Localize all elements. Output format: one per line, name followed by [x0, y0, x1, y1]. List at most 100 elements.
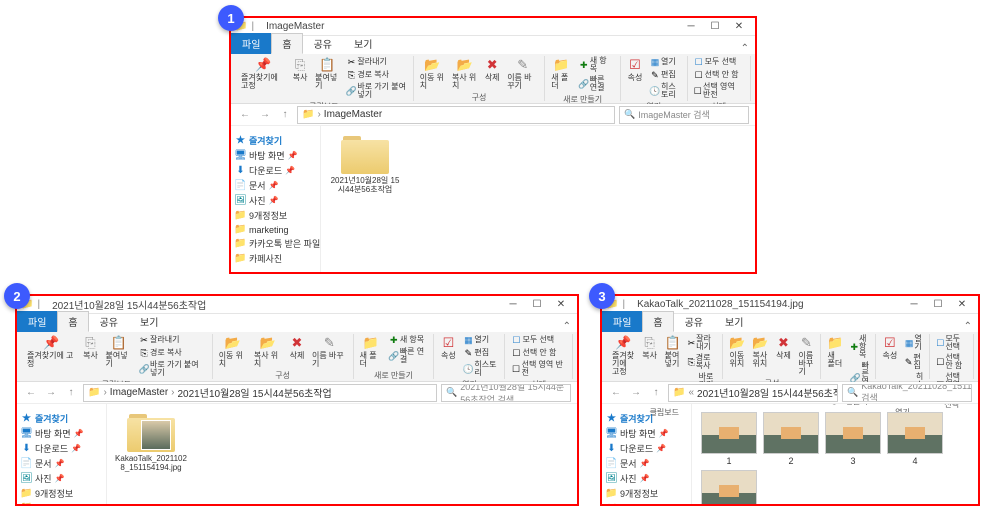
tab-view[interactable]: 보기: [343, 33, 383, 54]
sidebar-folder-9[interactable]: 📁9개정정보: [19, 486, 104, 501]
folder-item[interactable]: KakaoTalk_20211028_151154194.jpg: [115, 412, 187, 473]
up-button[interactable]: ↑: [277, 107, 293, 123]
tab-share[interactable]: 공유: [303, 33, 343, 54]
back-button[interactable]: ←: [608, 385, 624, 401]
sidebar-folder-cafe[interactable]: 📁카페사진: [233, 251, 318, 266]
tab-home[interactable]: 홈: [642, 311, 673, 332]
tab-file[interactable]: 파일: [231, 33, 271, 54]
tab-file[interactable]: 파일: [602, 311, 642, 332]
sidebar-folder-9[interactable]: 📁9개정정보: [604, 486, 689, 501]
rename-button[interactable]: ✎이름 바꾸기: [505, 56, 540, 91]
back-button[interactable]: ←: [237, 107, 253, 123]
sidebar-pictures[interactable]: 🖼사진📌: [233, 193, 318, 208]
move-to-button[interactable]: 📂이동 위치: [418, 56, 447, 91]
easy-access-button[interactable]: 🔗빠른 연결: [577, 75, 616, 93]
copy-button[interactable]: ⎘복사: [290, 56, 310, 83]
tab-home[interactable]: 홈: [57, 311, 88, 332]
sidebar-folder-marketing[interactable]: 📁marketing: [19, 501, 104, 504]
copy-button[interactable]: ⎘복사: [80, 334, 100, 361]
sidebar-folder-kakao[interactable]: 📁카카오톡 받은 파일: [233, 236, 318, 251]
cut-button[interactable]: ✂잘라내기: [686, 334, 719, 352]
ribbon-collapse-button[interactable]: ⌃: [958, 321, 978, 332]
breadcrumb-segment[interactable]: ImageMaster: [324, 109, 382, 120]
sidebar-downloads[interactable]: ⬇다운로드📌: [604, 441, 689, 456]
sidebar-folder-marketing[interactable]: 📁marketing: [233, 223, 318, 236]
edit-button[interactable]: ✎편집: [461, 347, 500, 359]
properties-button[interactable]: ☑속성: [625, 56, 645, 83]
tab-file[interactable]: 파일: [17, 311, 57, 332]
maximize-button[interactable]: ☐: [926, 298, 950, 312]
sidebar-desktop[interactable]: 🖥바탕 화면📌: [604, 426, 689, 441]
new-item-button[interactable]: ✚새 항목: [387, 334, 430, 346]
files-pane[interactable]: 1 2 3 4 5: [692, 404, 978, 504]
easy-access-button[interactable]: 🔗빠른 연결: [387, 347, 430, 365]
copy-path-button[interactable]: ⎘경로 복사: [137, 347, 208, 359]
minimize-button[interactable]: ─: [679, 20, 703, 34]
sidebar-quickaccess[interactable]: ★즐겨찾기: [19, 411, 104, 426]
cut-button[interactable]: ✂잘라내기: [137, 334, 208, 346]
select-none-button[interactable]: ☐선택 안 함: [934, 353, 969, 371]
rename-button[interactable]: ✎이름 바꾸기: [796, 334, 816, 377]
tab-share[interactable]: 공유: [89, 311, 129, 332]
sidebar-folder-chisik[interactable]: 📁지식인정보: [604, 501, 689, 504]
breadcrumb-segment[interactable]: 2021년10월28일 15시44분56초작업: [178, 385, 332, 400]
open-button[interactable]: ▦열기: [648, 56, 683, 68]
invert-selection-button[interactable]: ☐선택 영역 반전: [509, 360, 568, 378]
move-to-button[interactable]: 📂이동 위치: [217, 334, 249, 369]
open-button[interactable]: ▦열기: [461, 334, 500, 346]
properties-button[interactable]: ☑속성: [880, 334, 900, 361]
pin-button[interactable]: 📌즐겨찾기에 고정: [610, 334, 637, 377]
maximize-button[interactable]: ☐: [703, 20, 727, 34]
delete-button[interactable]: ✖삭제: [482, 56, 502, 83]
move-to-button[interactable]: 📂이동 위치: [727, 334, 747, 369]
paste-button[interactable]: 📋붙여넣기: [663, 334, 683, 369]
delete-button[interactable]: ✖삭제: [287, 334, 307, 361]
image-item[interactable]: 1: [700, 412, 758, 466]
ribbon-collapse-button[interactable]: ⌃: [735, 43, 755, 54]
copy-button[interactable]: ⎘복사: [640, 334, 660, 361]
close-button[interactable]: ✕: [727, 20, 751, 34]
forward-button[interactable]: →: [257, 107, 273, 123]
copy-to-button[interactable]: 📂복사 위치: [450, 56, 479, 91]
rename-button[interactable]: ✎이름 바꾸기: [310, 334, 349, 369]
back-button[interactable]: ←: [23, 385, 39, 401]
image-item[interactable]: 3: [824, 412, 882, 466]
delete-button[interactable]: ✖삭제: [773, 334, 793, 361]
maximize-button[interactable]: ☐: [525, 298, 549, 312]
breadcrumb[interactable]: 📁 « 2021년10월28일 15시44분56초작업 › KakaoTalk_…: [668, 384, 838, 402]
minimize-button[interactable]: ─: [902, 298, 926, 312]
folder-item[interactable]: 2021년10월28일 15시44분56초작업: [329, 134, 401, 195]
search-input[interactable]: 🔍 KakaoTalk_20211028_151154194.jpg 검색: [842, 384, 972, 402]
image-item[interactable]: 4: [886, 412, 944, 466]
copy-path-button[interactable]: ⎘경로 복사: [344, 69, 408, 81]
copy-path-button[interactable]: ⎘경로 복사: [686, 353, 719, 371]
new-item-button[interactable]: ✚새 항목: [577, 56, 616, 74]
paste-button[interactable]: 📋붙여넣기: [103, 334, 134, 369]
invert-selection-button[interactable]: ☐선택 영역 반전: [692, 82, 746, 100]
new-item-button[interactable]: ✚새 항목: [848, 334, 870, 360]
tab-share[interactable]: 공유: [674, 311, 714, 332]
sidebar-pictures[interactable]: 🖼사진📌: [19, 471, 104, 486]
breadcrumb-segment[interactable]: ImageMaster: [110, 387, 168, 398]
close-button[interactable]: ✕: [950, 298, 974, 312]
sidebar-quickaccess[interactable]: ★즐겨찾기: [604, 411, 689, 426]
copy-to-button[interactable]: 📂복사 위치: [750, 334, 770, 369]
new-folder-button[interactable]: 📁새 폴더: [825, 334, 845, 369]
pin-button[interactable]: 📌즐겨찾기에 고정: [25, 334, 77, 369]
select-all-button[interactable]: ☐모두 선택: [509, 334, 568, 346]
properties-button[interactable]: ☑속성: [438, 334, 458, 361]
open-button[interactable]: ▦열기: [903, 334, 925, 352]
forward-button[interactable]: →: [628, 385, 644, 401]
sidebar-downloads[interactable]: ⬇다운로드📌: [19, 441, 104, 456]
ribbon-collapse-button[interactable]: ⌃: [557, 321, 577, 332]
files-pane[interactable]: KakaoTalk_20211028_151154194.jpg: [107, 404, 577, 504]
select-none-button[interactable]: ☐선택 안 함: [509, 347, 568, 359]
breadcrumb[interactable]: 📁 › ImageMaster › 2021년10월28일 15시44분56초작…: [83, 384, 437, 402]
search-input[interactable]: 🔍 ImageMaster 검색: [619, 106, 749, 124]
new-folder-button[interactable]: 📁새 폴더: [358, 334, 384, 369]
search-input[interactable]: 🔍 2021년10월28일 15시44분56초작업 검색: [441, 384, 571, 402]
minimize-button[interactable]: ─: [501, 298, 525, 312]
history-button[interactable]: 🕓히스토리: [461, 360, 500, 378]
forward-button[interactable]: →: [43, 385, 59, 401]
tab-view[interactable]: 보기: [714, 311, 754, 332]
